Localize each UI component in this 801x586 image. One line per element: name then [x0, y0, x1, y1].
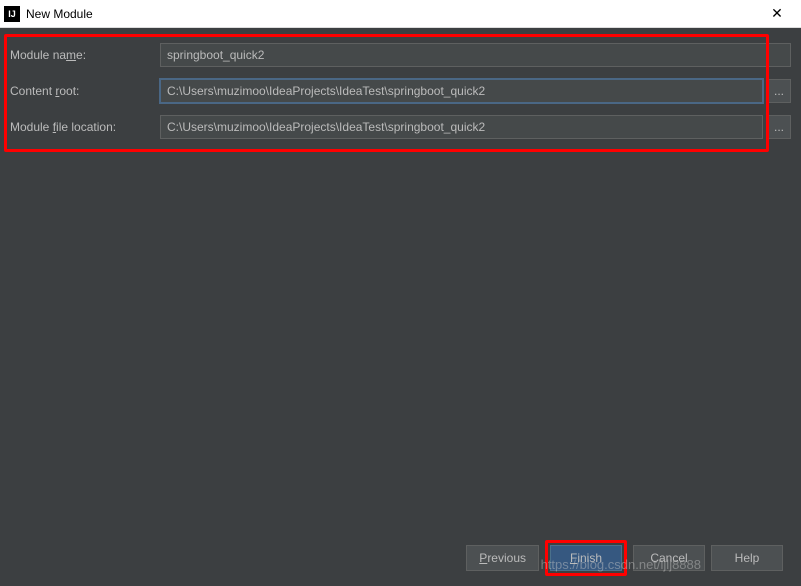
- module-file-location-input[interactable]: [160, 115, 763, 139]
- content-root-browse-button[interactable]: ...: [767, 79, 791, 103]
- cancel-button[interactable]: Cancel: [633, 545, 705, 571]
- titlebar: IJ New Module ✕: [0, 0, 801, 28]
- button-bar: Previous Finish Cancel Help: [466, 540, 783, 576]
- module-name-input[interactable]: [160, 43, 791, 67]
- help-button[interactable]: Help: [711, 545, 783, 571]
- module-file-location-label: Module file location:: [10, 120, 160, 134]
- finish-highlight: Finish: [545, 540, 627, 576]
- content-root-input[interactable]: [160, 79, 763, 103]
- previous-button[interactable]: Previous: [466, 545, 539, 571]
- dialog-content: Module name: Content root: ... Module fi…: [0, 28, 801, 586]
- window-title: New Module: [26, 7, 757, 21]
- module-name-row: Module name:: [10, 42, 791, 68]
- module-file-location-browse-button[interactable]: ...: [767, 115, 791, 139]
- app-icon: IJ: [4, 6, 20, 22]
- form-area: Module name: Content root: ... Module fi…: [0, 28, 801, 164]
- close-icon[interactable]: ✕: [757, 1, 797, 27]
- content-root-row: Content root: ...: [10, 78, 791, 104]
- module-file-location-row: Module file location: ...: [10, 114, 791, 140]
- module-name-label: Module name:: [10, 48, 160, 62]
- finish-button[interactable]: Finish: [550, 545, 622, 571]
- content-root-label: Content root:: [10, 84, 160, 98]
